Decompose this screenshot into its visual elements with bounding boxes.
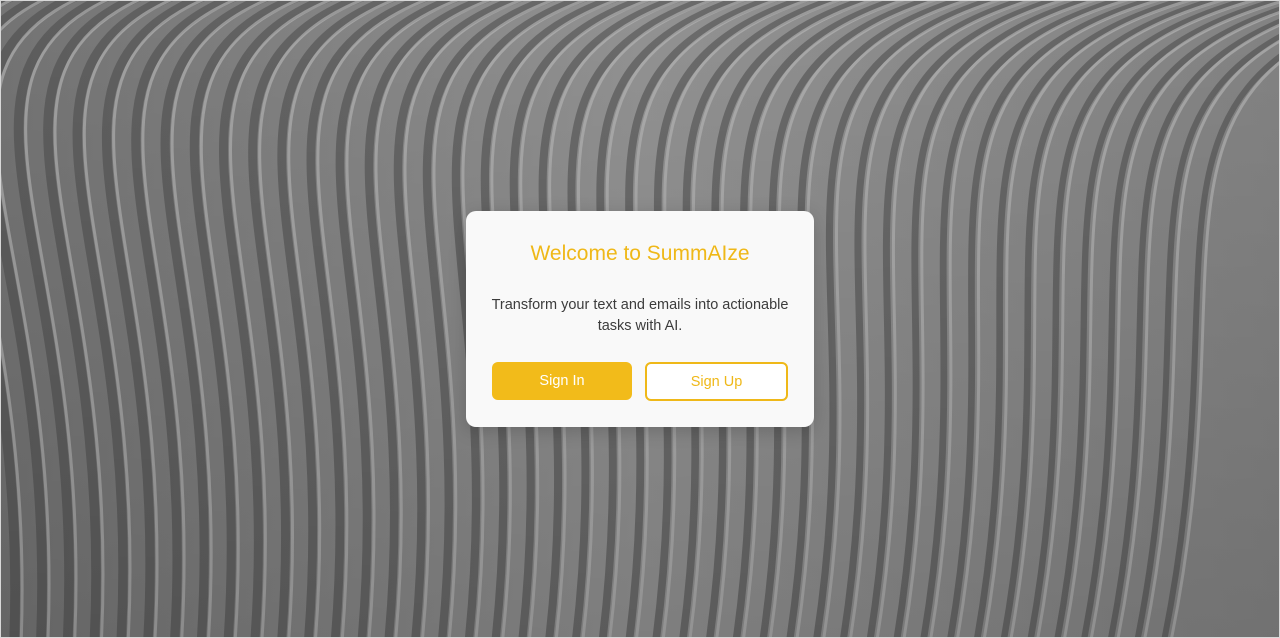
dialog-title: Welcome to SummAIze — [530, 242, 750, 265]
welcome-dialog: Welcome to SummAIze Transform your text … — [466, 211, 814, 427]
dialog-description: Transform your text and emails into acti… — [491, 297, 789, 334]
sign-up-button[interactable]: Sign Up — [645, 362, 788, 401]
sign-in-button[interactable]: Sign In — [492, 362, 632, 400]
